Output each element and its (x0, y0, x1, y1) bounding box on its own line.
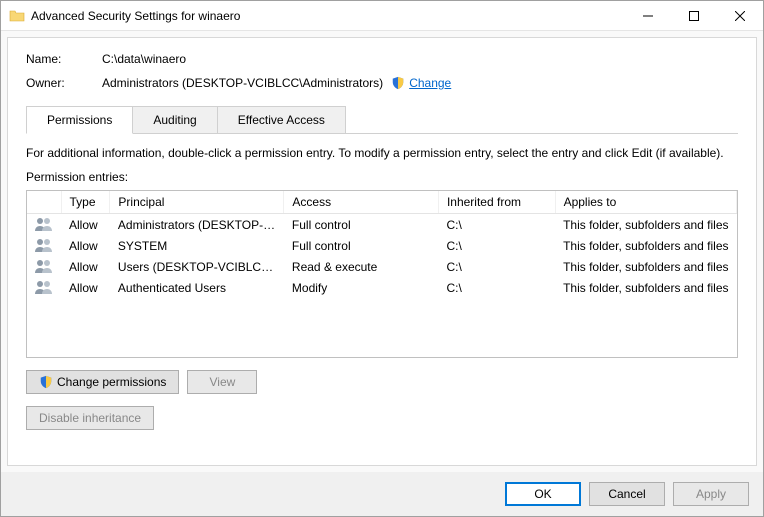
titlebar: Advanced Security Settings for winaero (1, 1, 763, 31)
entries-label: Permission entries: (26, 170, 738, 184)
action-row-1: Change permissions View (26, 370, 738, 394)
permission-table[interactable]: Type Principal Access Inherited from App… (26, 190, 738, 358)
security-settings-window: Advanced Security Settings for winaero N… (0, 0, 764, 517)
tab-permissions[interactable]: Permissions (26, 106, 133, 134)
table-row[interactable]: AllowSYSTEMFull controlC:\This folder, s… (27, 235, 737, 256)
window-title: Advanced Security Settings for winaero (31, 9, 625, 23)
col-inherited[interactable]: Inherited from (438, 191, 555, 214)
dialog-footer: OK Cancel Apply (1, 472, 763, 516)
table-row[interactable]: AllowUsers (DESKTOP-VCIBLCC\Us...Read & … (27, 256, 737, 277)
tab-auditing[interactable]: Auditing (132, 106, 217, 133)
change-owner-link[interactable]: Change (409, 76, 451, 90)
info-text: For additional information, double-click… (26, 146, 738, 160)
disable-inheritance-button[interactable]: Disable inheritance (26, 406, 154, 430)
content-area: Name: C:\data\winaero Owner: Administrat… (7, 37, 757, 466)
action-row-2: Disable inheritance (26, 406, 738, 430)
name-label: Name: (26, 52, 102, 66)
cancel-button[interactable]: Cancel (589, 482, 665, 506)
tab-effective-access[interactable]: Effective Access (217, 106, 346, 133)
shield-icon (391, 76, 405, 90)
apply-button[interactable]: Apply (673, 482, 749, 506)
change-permissions-button[interactable]: Change permissions (26, 370, 179, 394)
maximize-button[interactable] (671, 1, 717, 31)
col-applies[interactable]: Applies to (555, 191, 736, 214)
ok-button[interactable]: OK (505, 482, 581, 506)
col-type[interactable]: Type (61, 191, 110, 214)
owner-row: Owner: Administrators (DESKTOP-VCIBLCC\A… (26, 76, 738, 90)
col-access[interactable]: Access (284, 191, 439, 214)
table-row[interactable]: AllowAuthenticated UsersModifyC:\This fo… (27, 277, 737, 298)
table-row[interactable]: AllowAdministrators (DESKTOP-VCI...Full … (27, 214, 737, 236)
minimize-button[interactable] (625, 1, 671, 31)
shield-icon (39, 375, 53, 389)
table-header-row: Type Principal Access Inherited from App… (27, 191, 737, 214)
name-row: Name: C:\data\winaero (26, 52, 738, 66)
name-value: C:\data\winaero (102, 52, 186, 66)
close-button[interactable] (717, 1, 763, 31)
owner-label: Owner: (26, 76, 102, 90)
folder-icon (9, 8, 25, 24)
tab-bar: Permissions Auditing Effective Access (26, 106, 738, 134)
col-principal[interactable]: Principal (110, 191, 284, 214)
owner-value: Administrators (DESKTOP-VCIBLCC\Administ… (102, 76, 383, 90)
view-button[interactable]: View (187, 370, 257, 394)
